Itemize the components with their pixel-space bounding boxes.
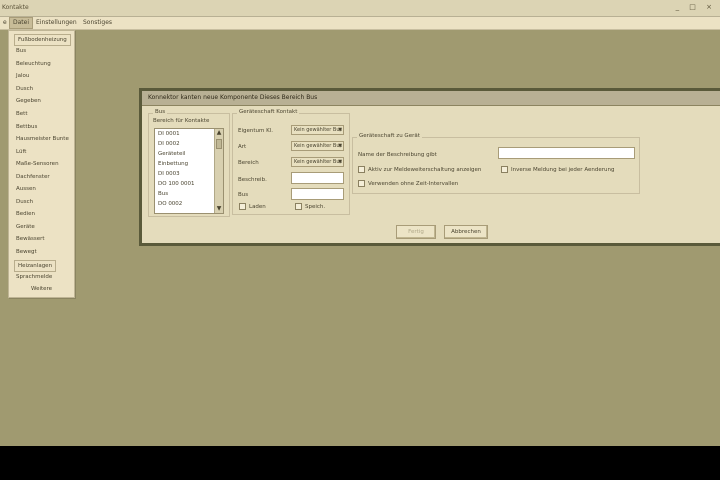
bus-list-sublabel: Bereich für Kontakte	[153, 118, 210, 124]
prop-label: Bus	[238, 192, 249, 198]
list-item[interactable]: DO 0002	[158, 201, 182, 207]
bus-input[interactable]	[291, 188, 344, 200]
scroll-down-icon[interactable]: ▼	[215, 205, 223, 213]
dropdown-item[interactable]: Hausmeister Bunte	[16, 134, 69, 144]
bus-list-group-label: Bus	[153, 109, 168, 115]
list-item[interactable]: Bus	[158, 191, 168, 197]
bus-config-dialog: Konnektor kanten neue Komponente Dieses …	[139, 88, 720, 246]
checkbox[interactable]	[501, 166, 508, 173]
prop-label: Art	[238, 144, 247, 150]
properties-group-label: Geräteschaft Kontakt	[237, 109, 300, 115]
dialog-titlebar[interactable]: Konnektor kanten neue Komponente Dieses …	[142, 91, 720, 106]
prop-combo[interactable]: Kein gewählter Bus ▼	[291, 157, 344, 167]
dropdown-item[interactable]: Bedien	[16, 209, 35, 219]
dropdown-more[interactable]: Weitere	[9, 286, 74, 292]
cancel-button[interactable]: Abbrechen	[444, 225, 488, 239]
dropdown-item[interactable]: Fußbodenheizung	[14, 34, 71, 46]
window-title: Kontakte	[2, 4, 29, 11]
prop-label: Bereich	[238, 160, 259, 166]
extra-name-input[interactable]	[498, 147, 635, 159]
dropdown-item[interactable]: Bettbus	[16, 122, 37, 132]
list-item[interactable]: DO 100 0001	[158, 181, 195, 187]
save-control[interactable]: Speich.	[295, 203, 325, 210]
dropdown-item[interactable]: Bewässert	[16, 234, 45, 244]
bus-list-group: Bus Bereich für Kontakte DI 0001 DI 0002…	[148, 109, 230, 217]
dropdown-item[interactable]: Beleuchtung	[16, 59, 51, 69]
dropdown-item[interactable]: Bewegt	[16, 247, 37, 257]
chevron-down-icon: ▼	[338, 143, 342, 149]
dropdown-item[interactable]: Heizanlagen	[14, 260, 57, 272]
window-controls[interactable]: _ □ ×	[676, 3, 716, 11]
scroll-up-icon[interactable]: ▲	[215, 129, 223, 137]
list-item[interactable]: DI 0002	[158, 141, 180, 147]
extra-group: Geräteschaft zu Gerät Name der Beschreib…	[352, 133, 640, 194]
prop-combo[interactable]: Kein gewählter Bus ▼	[291, 141, 344, 151]
menu-item-einstellungen[interactable]: Einstellungen	[33, 18, 80, 28]
window-titlebar[interactable]: Kontakte _ □ ×	[0, 0, 720, 17]
checkbox-row[interactable]: Verwenden ohne Zeit-Intervallen	[358, 180, 458, 187]
list-item[interactable]: Geräteteil	[158, 151, 185, 157]
listbox-scrollbar[interactable]: ▲ ▼	[214, 129, 223, 213]
dropdown-item[interactable]: Maße-Sensoren	[16, 159, 59, 169]
dropdown-item[interactable]: Dusch	[16, 197, 33, 207]
menu-item-sonstiges[interactable]: Sonstiges	[80, 18, 115, 28]
dropdown-item[interactable]: Bett	[16, 109, 27, 119]
finish-button[interactable]: Fertig	[396, 225, 436, 239]
dropdown-item[interactable]: Bus	[16, 46, 26, 56]
dropdown-item[interactable]: Geräte	[16, 222, 35, 232]
dropdown-item[interactable]: Dachfenster	[16, 172, 50, 182]
prop-label: Eigentum Kl.	[238, 128, 273, 134]
menubar: e Datei Einstellungen Sonstiges	[0, 17, 720, 30]
checkbox-row[interactable]: Aktiv zur Meldeweiterschaltung anzeigen	[358, 166, 481, 173]
list-item[interactable]: Einbettung	[158, 161, 188, 167]
checkbox[interactable]	[358, 166, 365, 173]
prop-combo[interactable]: Kein gewählter Bus ▼	[291, 125, 344, 135]
description-input[interactable]	[291, 172, 344, 184]
dropdown-item[interactable]: Aussen	[16, 184, 36, 194]
dialog-title: Konnektor kanten neue Komponente Dieses …	[148, 94, 318, 101]
chevron-down-icon: ▼	[338, 159, 342, 165]
menu-item-datei[interactable]: Datei	[9, 17, 34, 29]
checkbox-row[interactable]: Inverse Meldung bei jeder Aenderung	[501, 166, 614, 173]
load-control[interactable]: Laden	[239, 203, 266, 210]
extra-field-label: Name der Beschreibung gibt	[358, 152, 437, 158]
scroll-thumb[interactable]	[216, 139, 222, 149]
list-item[interactable]: DI 0003	[158, 171, 180, 177]
list-item[interactable]: DI 0001	[158, 131, 180, 137]
contact-listbox[interactable]: DI 0001 DI 0002 Geräteteil Einbettung DI…	[154, 128, 224, 214]
dropdown-item[interactable]: Jalou	[16, 71, 29, 81]
checkbox[interactable]	[239, 203, 246, 210]
checkbox[interactable]	[358, 180, 365, 187]
dropdown-item[interactable]: Gegeben	[16, 96, 41, 106]
dropdown-item[interactable]: Dusch	[16, 84, 33, 94]
dropdown-item[interactable]: Lüft	[16, 147, 26, 157]
extra-group-label: Geräteschaft zu Gerät	[357, 133, 422, 139]
checkbox[interactable]	[295, 203, 302, 210]
properties-group: Geräteschaft Kontakt Eigentum Kl. Kein g…	[232, 109, 350, 215]
dropdown-item[interactable]: Sprachmelde	[16, 272, 52, 282]
chevron-down-icon: ▼	[338, 127, 342, 133]
prop-label: Beschreib.	[238, 177, 267, 183]
datei-dropdown-menu: Fußbodenheizung Bus Beleuchtung Jalou Du…	[8, 30, 75, 298]
